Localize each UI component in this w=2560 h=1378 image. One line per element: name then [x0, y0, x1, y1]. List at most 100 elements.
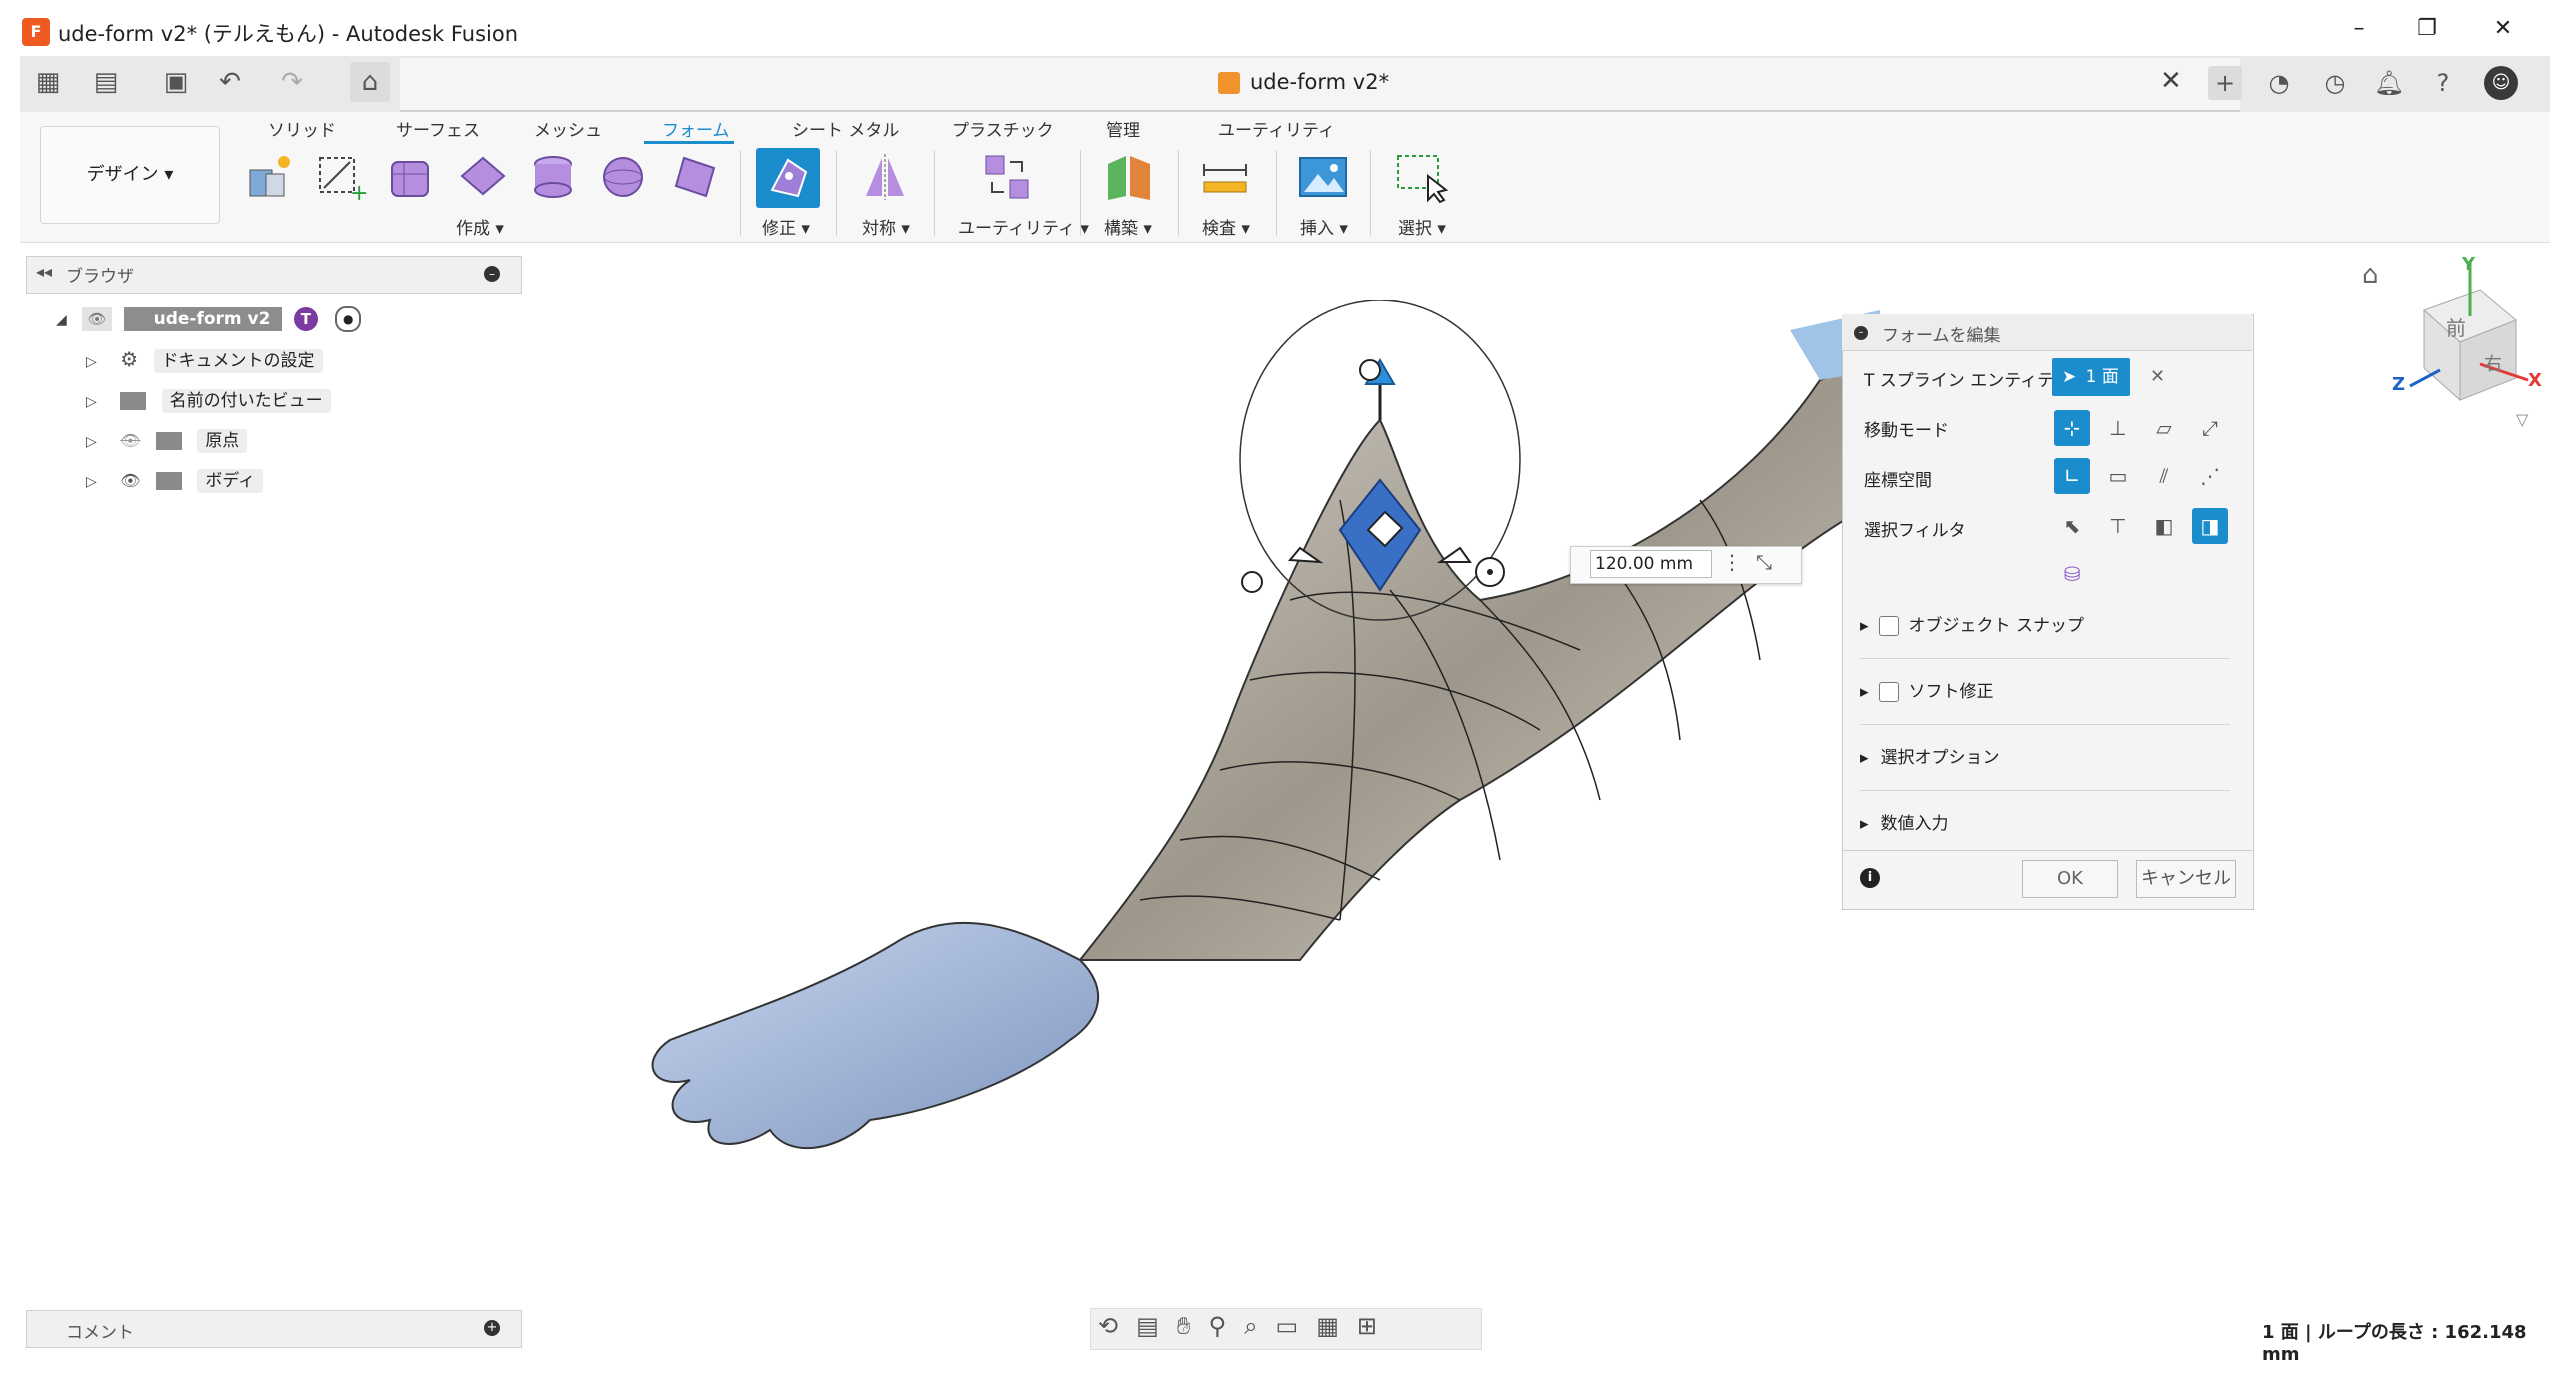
more-options-icon[interactable]: ⋮ — [1722, 550, 1742, 574]
eye-icon[interactable]: 👁︎ — [120, 471, 140, 490]
expand-triangle-icon[interactable]: ▷ — [86, 394, 97, 410]
activate-radio-icon[interactable]: ● — [335, 306, 362, 332]
sphere-icon[interactable] — [596, 150, 650, 204]
save-icon[interactable]: ▣ — [156, 62, 196, 102]
tree-item-bodies[interactable]: ▷ 👁︎ ボディ — [86, 466, 264, 496]
tab-sheet-metal[interactable]: シート メタル — [792, 116, 899, 141]
user-avatar[interactable]: ☺ — [2484, 66, 2518, 100]
look-at-icon[interactable]: ▤ — [1136, 1312, 1177, 1340]
modify-group-label[interactable]: 修正 ▾ — [762, 214, 810, 239]
workspace-switcher-button[interactable]: デザイン ▾ — [40, 126, 220, 224]
clear-selection-icon[interactable]: ✕ — [2150, 366, 2165, 387]
help-icon[interactable]: ? — [2426, 66, 2460, 100]
fit-icon[interactable]: ⌕ — [1244, 1312, 1275, 1340]
expand-triangle-icon[interactable]: ◢ — [56, 312, 67, 328]
rotation-icon[interactable]: ▱ — [2146, 410, 2182, 446]
local-space-icon[interactable]: ⋰ — [2192, 458, 2228, 494]
eye-icon[interactable]: 👁︎ — [82, 307, 113, 331]
select-group-label[interactable]: 選択 ▾ — [1398, 214, 1446, 239]
section-object-snap[interactable]: ▸ オブジェクト スナップ — [1860, 606, 2230, 646]
ok-button[interactable]: OK — [2022, 860, 2118, 898]
expand-section-icon[interactable]: ▸ — [1860, 682, 1869, 702]
display-settings-icon[interactable]: ▭ — [1276, 1312, 1317, 1340]
symmetry-group-label[interactable]: 対称 ▾ — [862, 214, 910, 239]
utilities-convert-icon[interactable] — [980, 150, 1034, 204]
plane-icon[interactable] — [456, 150, 510, 204]
minimize-browser-icon[interactable]: – — [484, 266, 500, 282]
tab-mesh[interactable]: メッシュ — [534, 116, 602, 141]
expand-section-icon[interactable]: ▸ — [1860, 814, 1869, 834]
view-space-icon[interactable]: ∟ — [2054, 458, 2090, 494]
undo-icon[interactable]: ↶ — [210, 62, 250, 102]
expand-section-icon[interactable]: ▸ — [1860, 748, 1869, 768]
collapse-panel-icon[interactable]: – — [1854, 326, 1868, 340]
info-icon[interactable]: i — [1860, 868, 1880, 888]
file-menu-icon[interactable]: ▤ — [86, 62, 126, 102]
expand-section-icon[interactable]: ▸ — [1860, 616, 1869, 636]
tab-solid[interactable]: ソリッド — [268, 116, 336, 141]
minimize-icon[interactable]: – — [2336, 14, 2382, 44]
view-cube-menu-icon[interactable]: ▽ — [2516, 410, 2528, 429]
insert-image-icon[interactable] — [1296, 150, 1350, 204]
object-filter-icon[interactable]: ⛁ — [2054, 556, 2090, 592]
translation-icon[interactable]: ⊥ — [2100, 410, 2136, 446]
data-panel-grid-icon[interactable]: ▦ — [28, 62, 68, 102]
tree-item-named-views[interactable]: ▷ 名前の付いたビュー — [86, 386, 331, 416]
edit-form-icon[interactable] — [762, 150, 816, 204]
tab-form[interactable]: フォーム — [662, 116, 730, 141]
construct-group-label[interactable]: 構築 ▾ — [1104, 214, 1152, 239]
selection-chip[interactable]: ➤ 1 面 — [2052, 358, 2130, 396]
section-soft-modification[interactable]: ▸ ソフト修正 — [1860, 672, 2230, 712]
expand-triangle-icon[interactable]: ▷ — [86, 354, 97, 370]
close-window-icon[interactable]: ✕ — [2480, 14, 2526, 44]
view-cube-top-face-label[interactable]: 前 — [2446, 312, 2466, 341]
pan-hand-icon[interactable]: ✋︎ — [1177, 1312, 1209, 1340]
utilities-group-label[interactable]: ユーティリティ ▾ — [958, 214, 1089, 239]
parent-space-icon[interactable]: ⫽ — [2146, 458, 2182, 494]
job-status-clock-icon[interactable]: ◷ — [2318, 66, 2352, 100]
create-form-icon[interactable] — [244, 150, 298, 204]
extrude-icon[interactable] — [668, 150, 722, 204]
eye-hidden-icon[interactable]: 👁︎ — [120, 431, 140, 450]
construct-plane-icon[interactable] — [1102, 150, 1156, 204]
orbit-icon[interactable]: ⟲ — [1098, 1312, 1136, 1340]
tab-utilities[interactable]: ユーティリティ — [1218, 116, 1335, 141]
manipulator-axis-icon[interactable]: ⤡ — [1756, 550, 1772, 574]
symmetry-icon[interactable] — [858, 150, 912, 204]
world-space-icon[interactable]: ▭ — [2100, 458, 2136, 494]
inspect-group-label[interactable]: 検査 ▾ — [1202, 214, 1250, 239]
create-group-label[interactable]: 作成 ▾ — [456, 214, 504, 239]
tree-item-document-settings[interactable]: ▷ ⚙ ドキュメントの設定 — [86, 346, 323, 376]
expand-triangle-icon[interactable]: ▷ — [86, 434, 97, 450]
box-icon[interactable] — [384, 150, 438, 204]
vertex-filter-icon[interactable]: ⬉ — [2054, 508, 2090, 544]
cancel-button[interactable]: キャンセル — [2136, 860, 2236, 898]
multi-manipulator-icon[interactable]: ⊹ — [2054, 410, 2090, 446]
redo-icon[interactable]: ↷ — [272, 62, 312, 102]
create-sketch-icon[interactable]: + — [314, 150, 368, 204]
home-icon[interactable]: ⌂ — [350, 62, 390, 102]
insert-group-label[interactable]: 挿入 ▾ — [1300, 214, 1348, 239]
zoom-icon[interactable]: ⚲ — [1208, 1312, 1244, 1340]
view-cube-right-face-label[interactable]: 右 — [2484, 350, 2502, 376]
distance-value-input[interactable] — [1590, 550, 1712, 578]
select-box-icon[interactable] — [1394, 150, 1448, 204]
cylinder-icon[interactable] — [526, 150, 580, 204]
add-comment-icon[interactable]: + — [484, 1320, 500, 1336]
extensions-icon[interactable]: ◔ — [2262, 66, 2296, 100]
edge-filter-icon[interactable]: ⊤ — [2100, 508, 2136, 544]
tree-item-origin[interactable]: ▷ 👁︎ 原点 — [86, 426, 248, 456]
home-view-icon[interactable]: ⌂ — [2362, 260, 2379, 290]
section-numeric-input[interactable]: ▸ 数値入力 — [1860, 804, 2230, 844]
tab-surface[interactable]: サーフェス — [396, 116, 480, 141]
soft-modification-checkbox[interactable] — [1878, 682, 1899, 702]
body-filter-icon[interactable]: ◨ — [2192, 508, 2228, 544]
collapse-panel-icon[interactable]: ◂◂ — [36, 262, 52, 281]
face-filter-icon[interactable]: ◧ — [2146, 508, 2182, 544]
navigation-tools[interactable]: ⟲▤✋︎⚲⌕▭▦⊞ — [1098, 1312, 1395, 1340]
measure-icon[interactable] — [1198, 150, 1252, 204]
expand-triangle-icon[interactable]: ▷ — [86, 474, 97, 490]
object-snap-checkbox[interactable] — [1878, 616, 1899, 636]
restore-icon[interactable]: ❐ — [2404, 14, 2450, 44]
tab-manage[interactable]: 管理 — [1106, 116, 1140, 141]
